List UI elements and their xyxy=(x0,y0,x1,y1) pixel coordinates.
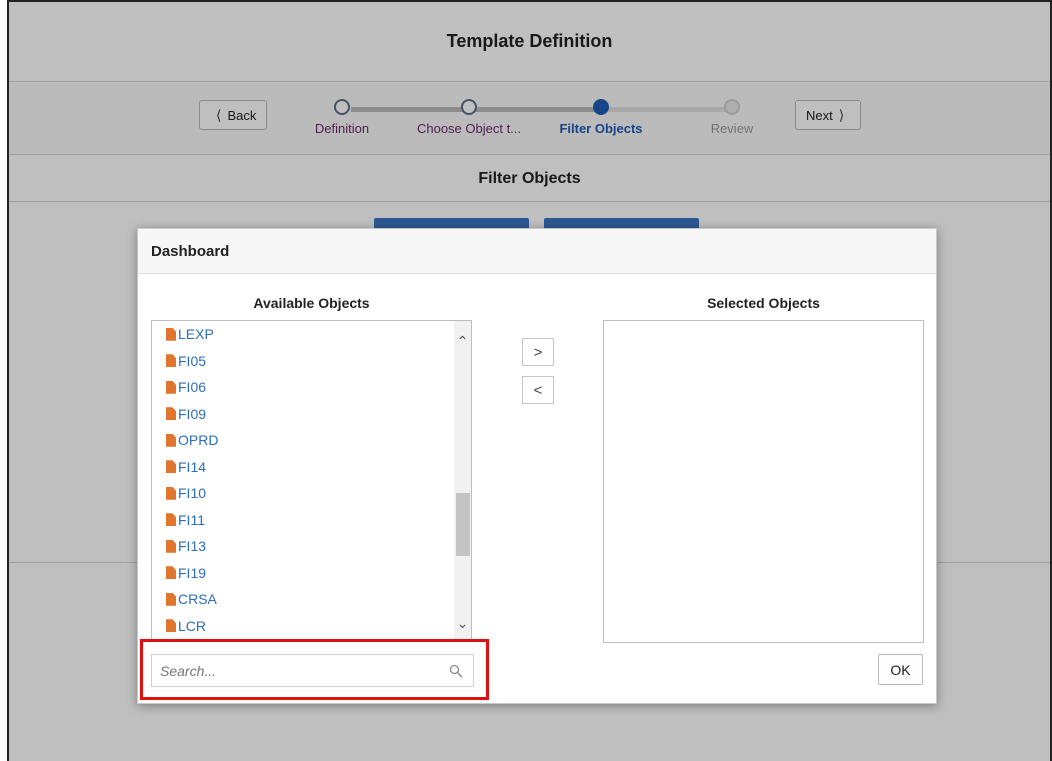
document-icon xyxy=(166,354,176,368)
list-item-label: FI10 xyxy=(178,485,207,502)
list-item-label: OPRD xyxy=(178,432,219,449)
scroll-thumb[interactable] xyxy=(456,493,470,556)
dialog-title: Dashboard xyxy=(151,242,230,260)
list-item-label: LEXP xyxy=(178,326,214,343)
ok-button[interactable]: OK xyxy=(878,654,923,685)
list-item[interactable]: FI14 xyxy=(166,454,218,481)
document-icon xyxy=(166,327,176,341)
list-item[interactable]: LCR xyxy=(166,613,218,640)
search-highlight-box xyxy=(140,639,489,700)
list-item[interactable]: OPRD xyxy=(166,427,218,454)
dialog-header: Dashboard xyxy=(138,229,936,274)
list-item[interactable]: FI19 xyxy=(166,560,218,587)
document-icon xyxy=(166,592,176,606)
list-item[interactable]: LEXP xyxy=(166,321,218,348)
list-item-label: FI13 xyxy=(178,538,207,555)
list-item[interactable]: FI10 xyxy=(166,480,218,507)
list-item-label: FI14 xyxy=(178,458,207,475)
scroll-down-icon[interactable]: ⌄ xyxy=(454,613,471,633)
document-icon xyxy=(166,460,176,474)
available-objects-list[interactable]: LEXP FI05 FI06 FI09 OPRD FI14 FI10 FI11 FI13 FI19… xyxy=(151,320,472,642)
list-item-label: FI11 xyxy=(178,511,205,528)
document-icon xyxy=(166,407,176,421)
chevron-left-icon: < xyxy=(533,381,543,399)
document-icon xyxy=(166,433,176,447)
document-icon xyxy=(166,539,176,553)
app-frame: Template Definition ⟨ Back Definition Ch… xyxy=(7,0,1052,761)
list-item-label: FI09 xyxy=(178,405,207,422)
list-item-label: FI05 xyxy=(178,352,207,369)
list-item-label: FI19 xyxy=(178,564,207,581)
document-icon xyxy=(166,513,176,527)
move-left-button[interactable]: < xyxy=(522,376,554,404)
available-objects-title: Available Objects xyxy=(253,295,370,311)
list-item[interactable]: FI05 xyxy=(166,348,218,375)
list-item[interactable]: FI13 xyxy=(166,533,218,560)
selected-objects-title: Selected Objects xyxy=(707,295,820,311)
list-item[interactable]: FI06 xyxy=(166,374,218,401)
list-item-label: FI06 xyxy=(178,379,207,396)
document-icon xyxy=(166,486,176,500)
dashboard-dialog: Dashboard Available Objects Selected Obj… xyxy=(137,228,937,704)
document-icon xyxy=(166,619,176,633)
document-icon xyxy=(166,566,176,580)
chevron-right-icon: > xyxy=(533,343,543,361)
list-item[interactable]: CRSA xyxy=(166,586,218,613)
list-item[interactable]: FI09 xyxy=(166,401,218,428)
list-item[interactable]: FI11 xyxy=(166,507,218,534)
available-items: LEXP FI05 FI06 FI09 OPRD FI14 FI10 FI11 FI13 FI19… xyxy=(166,321,218,639)
move-right-button[interactable]: > xyxy=(522,338,554,366)
selected-objects-list[interactable] xyxy=(603,320,924,643)
list-scrollbar[interactable]: ⌃ ⌄ xyxy=(454,321,471,641)
list-item-label: LCR xyxy=(178,617,207,634)
list-item-label: CRSA xyxy=(178,591,217,608)
scroll-up-icon[interactable]: ⌃ xyxy=(454,331,471,351)
document-icon xyxy=(166,380,176,394)
